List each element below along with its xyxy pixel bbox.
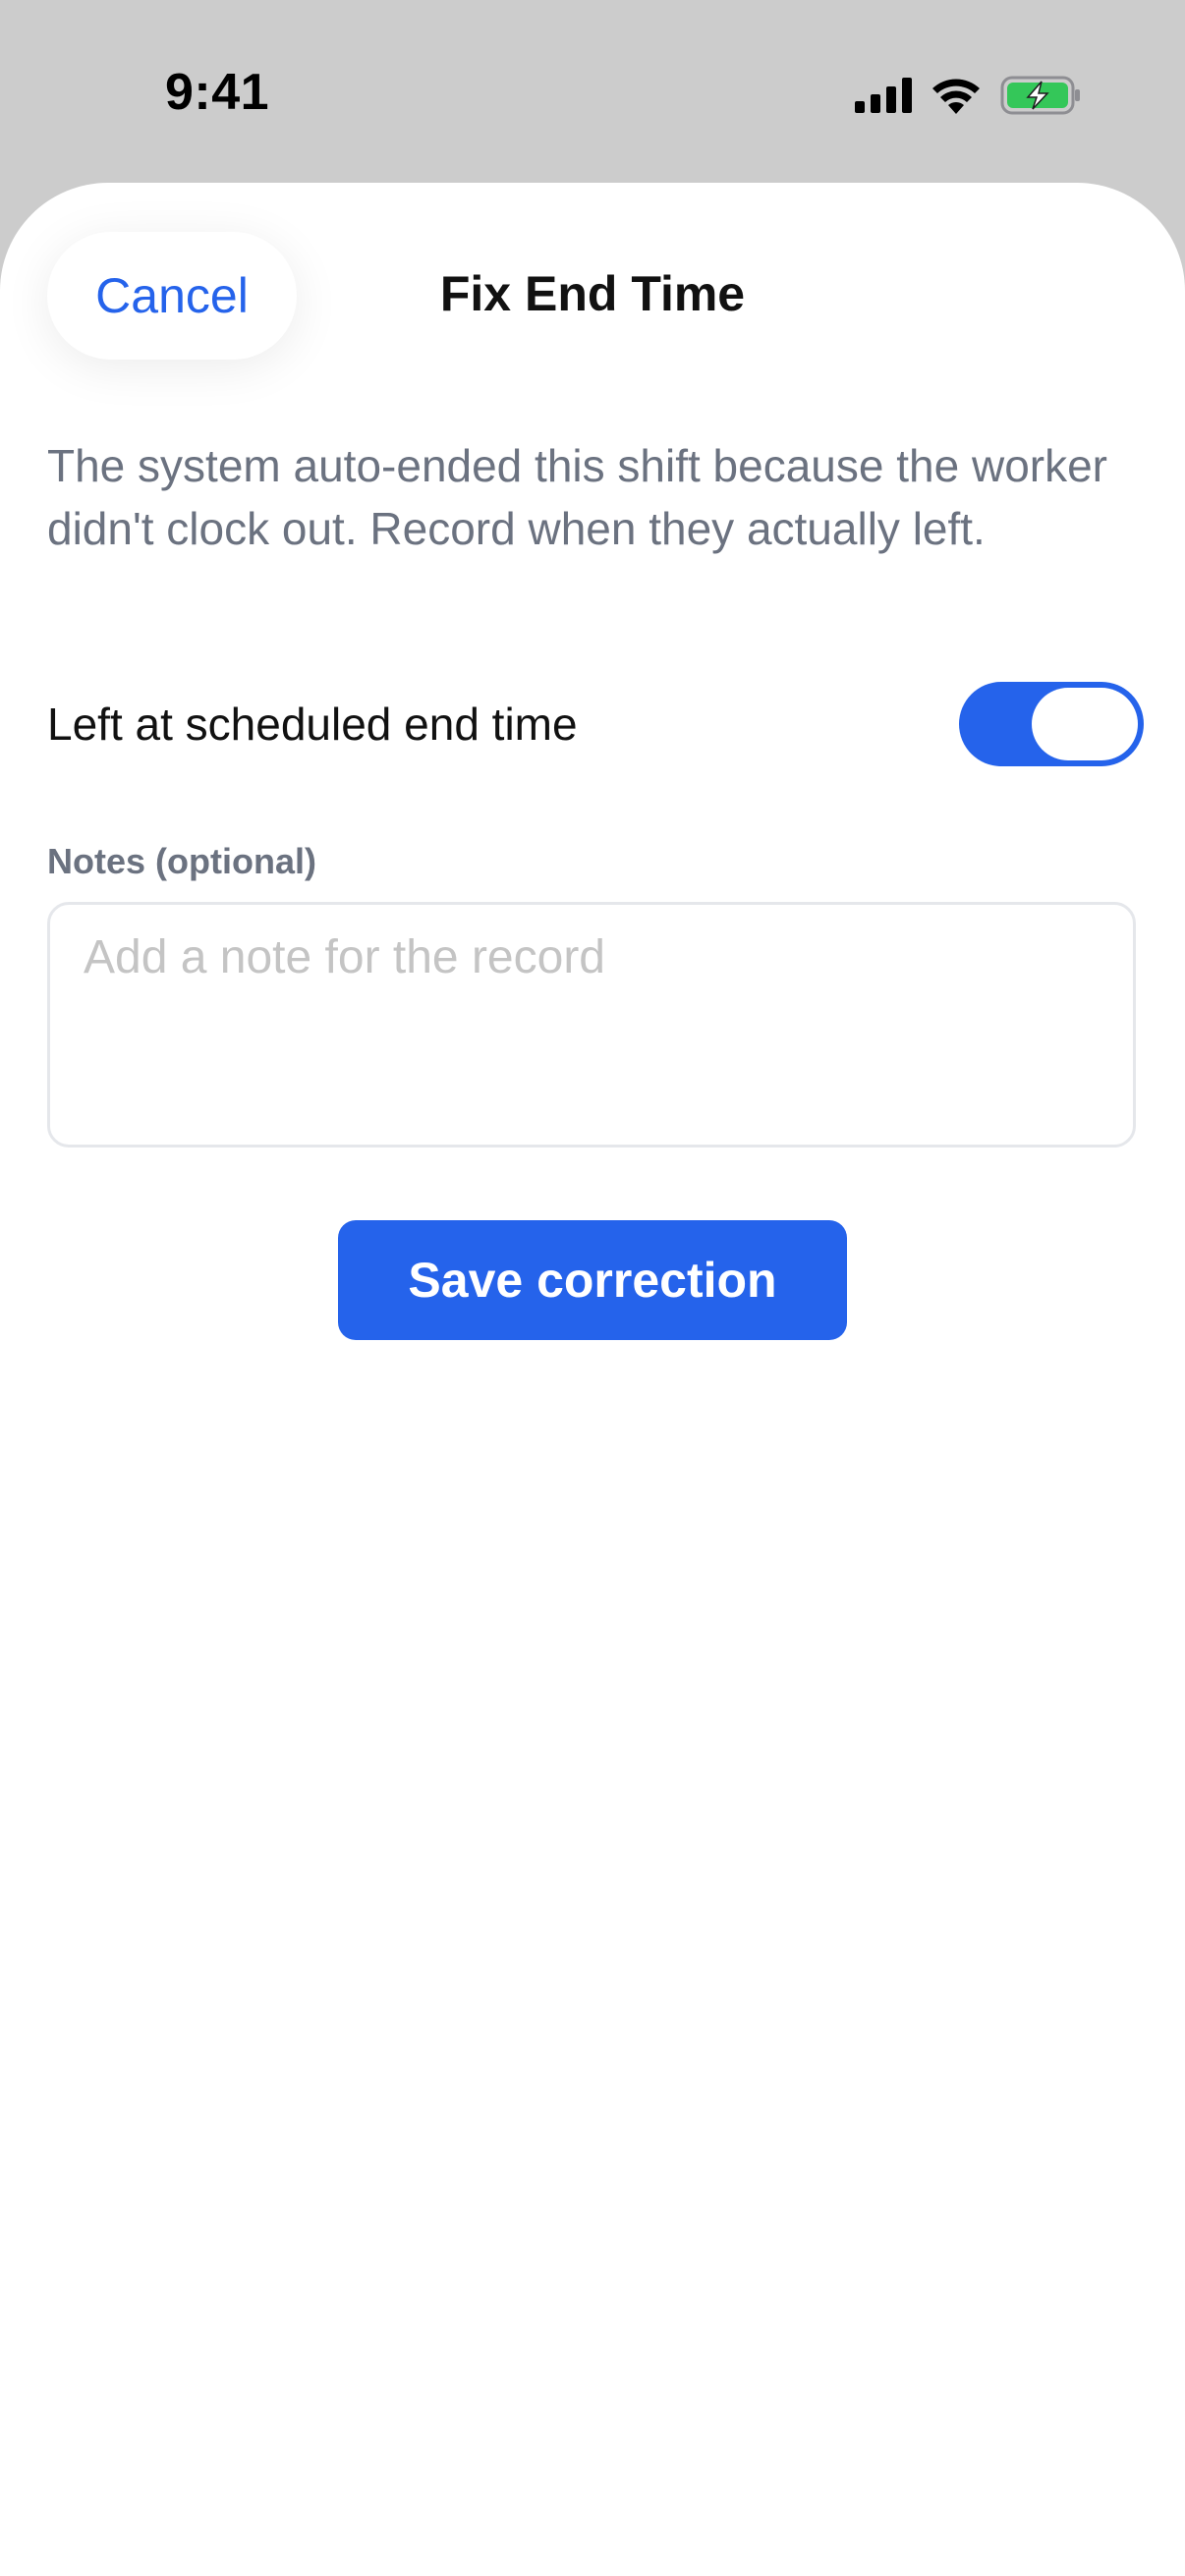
- notes-input[interactable]: [47, 902, 1136, 1148]
- description-text: The system auto-ended this shift because…: [47, 440, 1108, 554]
- scheduled-end-toggle[interactable]: [959, 682, 1144, 766]
- notes-label: Notes (optional): [47, 841, 316, 881]
- status-bar: 9:41: [0, 0, 1185, 183]
- save-correction-button[interactable]: Save correction: [338, 1220, 847, 1340]
- status-icons: [855, 73, 1081, 122]
- toggle-knob: [1032, 688, 1138, 760]
- wifi-icon: [931, 77, 981, 119]
- fix-end-time-sheet: Cancel Fix End Time The system auto-ende…: [0, 183, 1185, 2576]
- sheet-title: Fix End Time: [439, 266, 746, 321]
- status-time: 9:41: [165, 64, 270, 121]
- scheduled-end-toggle-row: Left at scheduled end time: [47, 682, 1144, 766]
- toggle-label: Left at scheduled end time: [47, 699, 578, 750]
- battery-charging-icon: [1000, 76, 1081, 120]
- cellular-signal-icon: [855, 77, 912, 118]
